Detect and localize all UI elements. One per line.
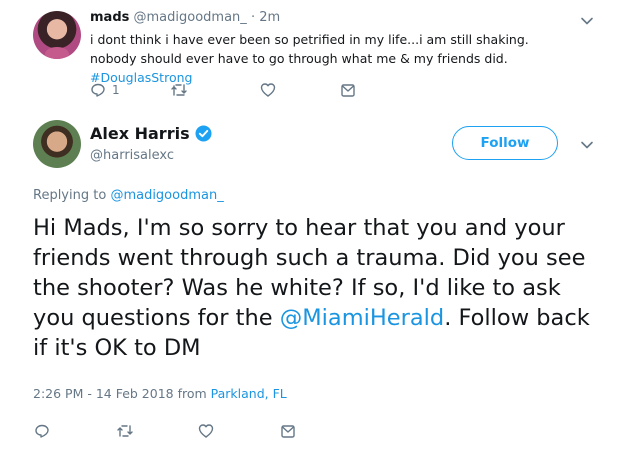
mention-link[interactable]: @MiamiHerald (280, 305, 444, 331)
chevron-down-icon[interactable] (580, 138, 594, 152)
tweet-timestamp[interactable]: 2:26 PM - 14 Feb 2018 from (33, 386, 211, 401)
reply-timestamp[interactable]: 2m (259, 10, 280, 25)
main-actions (34, 423, 296, 439)
retweet-icon (116, 423, 134, 439)
author-handle[interactable]: @harrisalexc (90, 148, 174, 163)
like-icon (198, 423, 214, 439)
message-icon (340, 82, 356, 98)
retweet-button[interactable] (170, 82, 260, 98)
main-tweet: Alex Harris @harrisalexc Follow Replying… (0, 110, 625, 462)
reply-text: i dont think i have ever been so petrifi… (90, 32, 529, 66)
follow-button[interactable]: Follow (452, 126, 558, 160)
tweet-meta: 2:26 PM - 14 Feb 2018 from Parkland, FL (33, 386, 287, 401)
like-button[interactable] (260, 82, 340, 98)
verified-icon (195, 125, 212, 142)
reply-button[interactable] (34, 423, 116, 439)
like-button[interactable] (198, 423, 280, 439)
separator: · (250, 10, 256, 25)
like-icon (260, 82, 276, 98)
location-link[interactable]: Parkland, FL (211, 386, 287, 401)
replying-to: Replying to @madigoodman_ (33, 188, 224, 203)
reply-icon (34, 423, 50, 439)
message-icon (280, 423, 296, 439)
replying-mention-link[interactable]: @madigoodman_ (110, 188, 223, 203)
retweet-button[interactable] (116, 423, 198, 439)
author-name[interactable]: Alex Harris (90, 124, 190, 143)
message-button[interactable] (340, 82, 356, 98)
reply-tweet-text: i dont think i have ever been so petrifi… (90, 30, 570, 87)
avatar[interactable] (33, 11, 81, 59)
message-button[interactable] (280, 423, 296, 439)
chevron-down-icon[interactable] (580, 14, 594, 28)
reply-tweet[interactable]: mads @madigoodman_ · 2m i dont think i h… (0, 0, 625, 110)
reply-author-name[interactable]: mads (90, 10, 129, 25)
avatar[interactable] (33, 120, 81, 168)
reply-button[interactable]: 1 (90, 82, 170, 98)
tweet-text: Hi Mads, I'm so sorry to hear that you a… (33, 213, 603, 363)
reply-actions: 1 (90, 82, 356, 98)
reply-count: 1 (112, 83, 120, 97)
retweet-icon (170, 82, 188, 98)
reply-header: mads @madigoodman_ · 2m (90, 10, 280, 25)
reply-author-handle[interactable]: @madigoodman_ (134, 10, 247, 25)
author-name-row: Alex Harris (90, 124, 212, 143)
replying-prefix: Replying to (33, 188, 111, 203)
reply-icon (90, 82, 106, 98)
